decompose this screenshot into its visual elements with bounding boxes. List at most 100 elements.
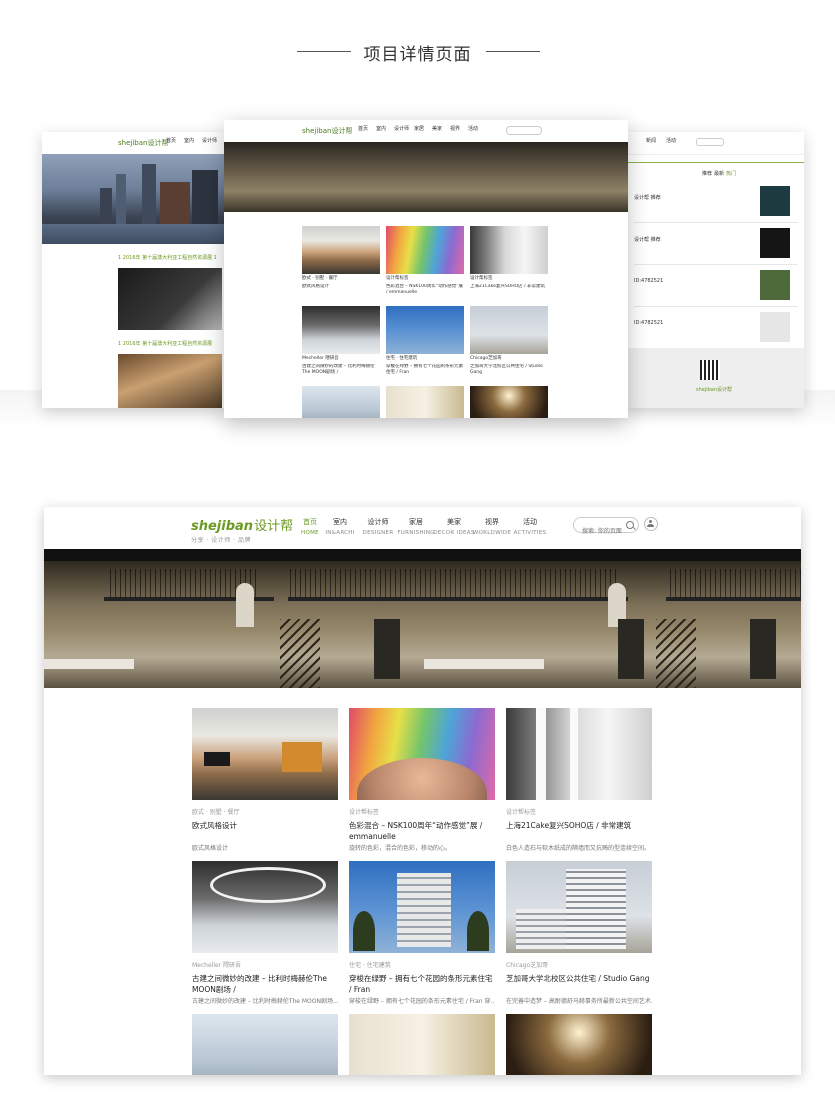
project-card[interactable]	[192, 1014, 338, 1075]
preview-right-header: 新闻 活动	[626, 132, 804, 155]
project-desc: 欧式风格设计	[192, 845, 229, 852]
preview-center-nav: 视界	[450, 126, 461, 132]
project-tag[interactable]: 住宅 · 住宅建筑	[349, 960, 495, 969]
project-card[interactable]	[506, 1014, 652, 1075]
project-card[interactable]: 设计帮标签 色彩混合 – NSK100周年“动作感觉”展 / emmanuell…	[349, 708, 495, 852]
carousel-indicator[interactable]	[420, 679, 440, 683]
project-card[interactable]: Mecheller 隈研吾 古建之间微妙的改建 – 比利时梅赫伦The MOON…	[192, 861, 338, 1005]
search-input[interactable]	[580, 527, 630, 536]
project-image[interactable]	[506, 708, 652, 800]
preview-right-divider	[626, 162, 804, 163]
preview-card-image	[386, 226, 464, 274]
detail-page-screenshot: shejiban设计帮 分享 · 设计师 · 品牌 首页 HOME 室内 IN&…	[44, 507, 801, 1075]
project-image[interactable]	[192, 861, 338, 953]
preview-center-nav: 设计师	[394, 126, 410, 132]
project-tag[interactable]: 设计帮标签	[506, 807, 652, 816]
preview-left-nav-interior: 室内	[184, 138, 195, 144]
project-desc: 穿梭在绿野 – 拥有七个花园的条形元素住宅 / Fran 穿...	[349, 998, 495, 1005]
preview-card-title: 芝加哥大学北校区公共住宅 / Studio Gang	[470, 364, 543, 375]
preview-center-logo: shejiban设计帮	[302, 127, 353, 135]
site-logo[interactable]: shejiban设计帮 分享 · 设计师 · 品牌	[191, 515, 293, 544]
preview-card-tag: 设计帮标签	[386, 276, 409, 281]
preview-center-nav: 美家	[432, 126, 443, 132]
project-tag[interactable]: 设计帮标签	[349, 807, 495, 816]
preview-center-nav: 室内	[376, 126, 387, 132]
preview-center-hero	[224, 142, 628, 212]
preview-card-tag: 住宅 · 住宅建筑	[386, 356, 418, 361]
preview-left-post-1: 1 2016年 第十届澳大利亚工程自然资源展 1	[118, 255, 217, 261]
project-desc: 在完善中造梦 – 高耐德舒马赫事务所最新公共空间艺术...	[506, 998, 652, 1005]
project-tag[interactable]: Mecheller 隈研吾	[192, 960, 338, 969]
preview-card-image	[302, 306, 380, 354]
project-tag[interactable]: Chicago芝加哥	[506, 960, 652, 969]
preview-left-thumb-1	[118, 268, 222, 330]
preview-card-title: 色彩混合 – NSK100周年“动作感觉”展 / emmanuelle	[386, 284, 464, 295]
preview-center-nav: 首页	[358, 126, 369, 132]
search-icon[interactable]	[626, 521, 634, 529]
preview-card-title: 欧式风格设计	[302, 284, 329, 289]
search-box[interactable]	[573, 517, 639, 536]
project-card[interactable]: 住宅 · 住宅建筑 穿梭在绿野 – 拥有七个花园的条形元素住宅 / Fran 穿…	[349, 861, 495, 1005]
preview-right-tab-2: 最新	[714, 171, 725, 177]
project-desc: 旋转的色彩，混合的色彩，移动的心。	[349, 845, 452, 852]
project-desc: 古建之间微妙的改建 – 比利时梅赫伦The MOON剧场...	[192, 998, 338, 1005]
preview-card-image	[302, 226, 380, 274]
preview-right-nav-activity: 活动	[666, 138, 677, 144]
preview-right-tab-1: 推荐	[702, 171, 713, 177]
project-card[interactable]: 欧式 · 别墅 · 餐厅 欧式风格设计 欧式风格设计	[192, 708, 338, 852]
preview-right-thumb	[760, 186, 790, 216]
preview-card-tag: 设计帮标签	[470, 276, 493, 281]
preview-right-thumb	[760, 312, 790, 342]
preview-left-screen: shejiban设计帮 首页 室内 设计师 1 2016年 第十届澳大利亚工程自…	[42, 132, 224, 408]
project-image[interactable]	[349, 861, 495, 953]
project-image[interactable]	[506, 861, 652, 953]
preview-collage: shejiban设计帮 首页 室内 设计师 1 2016年 第十届澳大利亚工程自…	[0, 120, 835, 430]
preview-card-image	[302, 386, 380, 418]
heading-divider-right	[486, 51, 540, 52]
site-header: shejiban设计帮 分享 · 设计师 · 品牌 首页 HOME 室内 IN&…	[44, 507, 801, 549]
project-image[interactable]	[192, 708, 338, 800]
project-card[interactable]: Chicago芝加哥 芝加哥大学北校区公共住宅 / Studio Gang 在完…	[506, 861, 652, 1005]
preview-card-title: 上海21Cake复兴SOHO店 / 非常建筑	[470, 284, 546, 289]
project-title[interactable]: 欧式风格设计	[192, 820, 338, 842]
project-title[interactable]: 色彩混合 – NSK100周年“动作感觉”展 / emmanuelle	[349, 820, 495, 842]
preview-left-nav-home: 首页	[166, 138, 177, 144]
project-title[interactable]: 上海21Cake复兴SOHO店 / 非常建筑	[506, 820, 652, 842]
project-image[interactable]	[506, 1014, 652, 1075]
preview-card-image	[470, 386, 548, 418]
project-title[interactable]: 古建之间微妙的改建 – 比利时梅赫伦The MOON剧场 /	[192, 973, 338, 995]
logo-text: shejiban	[191, 519, 254, 534]
user-icon[interactable]	[644, 517, 658, 531]
project-title[interactable]: 芝加哥大学北校区公共住宅 / Studio Gang	[506, 973, 652, 995]
preview-right-thumb	[760, 270, 790, 300]
preview-card-title: 穿梭在绿野 – 拥有七个花园的条形元素住宅 / Fran	[386, 364, 464, 375]
project-image[interactable]	[192, 1014, 338, 1075]
preview-card-tag: Chicago芝加哥	[470, 356, 502, 361]
preview-left-post-2: 1 2016年 第十届澳大利亚工程自然资源展	[118, 341, 213, 347]
project-desc: 白色人造石与软木纸成的隔墙而又抗畸的型连续空间。	[506, 845, 651, 852]
section-title: 项目详情页面	[363, 45, 472, 65]
project-image[interactable]	[349, 1014, 495, 1075]
preview-card-tag: Mecheller 隈研吾	[302, 356, 339, 361]
preview-right-footer: shejiban设计帮	[626, 348, 804, 408]
nav-activities[interactable]: 活动 ACTIVITIES	[508, 517, 552, 536]
project-tag[interactable]: 欧式 · 别墅 · 餐厅	[192, 807, 338, 816]
hero-banner[interactable]	[44, 549, 801, 688]
preview-left-logo: shejiban设计帮	[118, 139, 169, 147]
preview-right-item: 设计帮 推荐	[634, 182, 798, 223]
preview-right-screen: 新闻 活动 推荐 最新 热门 设计帮 推荐 设计帮 推荐 ID:4782521 …	[626, 132, 804, 408]
preview-center-nav: 家居	[414, 126, 425, 132]
project-image[interactable]	[349, 708, 495, 800]
preview-card-image	[386, 386, 464, 418]
project-card[interactable]: 设计帮标签 上海21Cake复兴SOHO店 / 非常建筑 白色人造石与软木纸成的…	[506, 708, 652, 852]
preview-card-image	[386, 306, 464, 354]
preview-city-image	[42, 154, 224, 244]
qr-code-icon	[700, 360, 720, 380]
preview-card-image	[470, 226, 548, 274]
section-heading: 项目详情页面	[0, 40, 835, 65]
preview-center-screen: shejiban设计帮 首页 室内 设计师 家居 美家 视界 活动 欧式 · 别…	[224, 120, 628, 418]
project-card[interactable]	[349, 1014, 495, 1075]
preview-center-header: shejiban设计帮 首页 室内 设计师 家居 美家 视界 活动	[224, 120, 628, 143]
project-title[interactable]: 穿梭在绿野 – 拥有七个花园的条形元素住宅 / Fran	[349, 973, 495, 995]
preview-right-search	[696, 138, 724, 146]
